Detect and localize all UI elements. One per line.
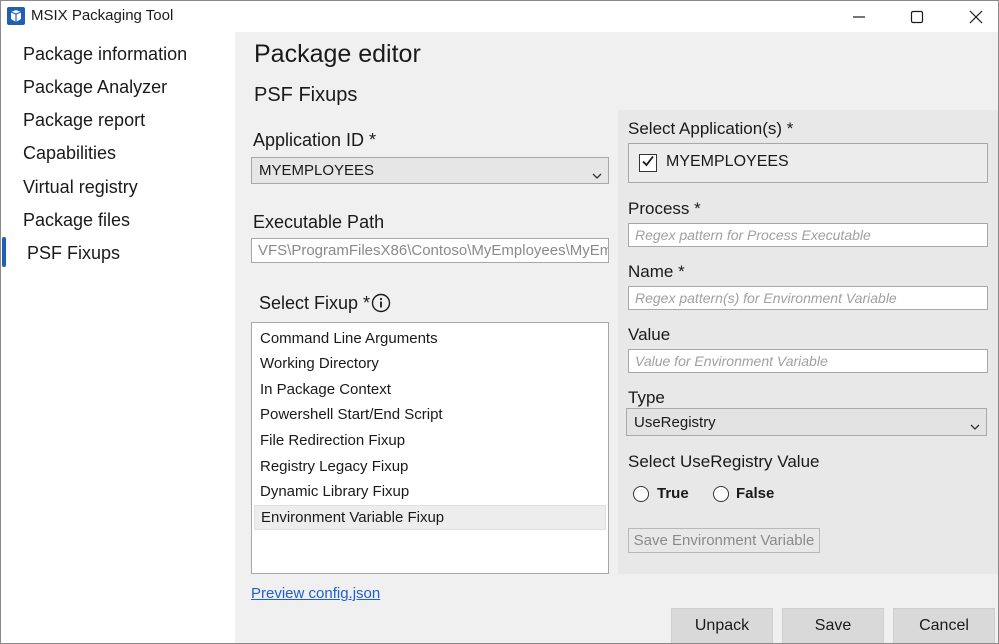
list-item-file-redirection[interactable]: File Redirection Fixup [254,428,606,453]
info-icon[interactable] [371,293,391,313]
process-label: Process * [628,199,701,218]
type-label: Type [628,388,665,407]
list-item-in-package-context[interactable]: In Package Context [254,377,606,402]
use-registry-label: Select UseRegistry Value [628,452,820,471]
application-select-box: MYEMPLOYEES [628,143,988,183]
process-input[interactable]: Regex pattern for Process Executable [628,223,988,247]
cancel-button[interactable]: Cancel [893,608,995,643]
sidebar-item-package-information[interactable]: Package information [1,38,235,71]
application-id-value: MYEMPLOYEES [259,162,375,179]
list-item-powershell-script[interactable]: Powershell Start/End Script [254,402,606,427]
select-applications-label: Select Application(s) * [628,119,794,138]
save-button[interactable]: Save [782,608,884,643]
name-label: Name * [628,262,685,281]
sidebar-item-package-files[interactable]: Package files [1,204,235,237]
name-placeholder: Regex pattern(s) for Environment Variabl… [635,290,897,306]
list-item-dynamic-library[interactable]: Dynamic Library Fixup [254,479,606,504]
sidebar-item-psf-fixups[interactable]: PSF Fixups [1,237,235,270]
type-value: UseRegistry [634,413,716,431]
save-environment-variable-button[interactable]: Save Environment Variable [628,528,820,553]
value-label: Value [628,325,671,344]
sidebar-nav: Package information Package Analyzer Pac… [1,32,235,643]
radio-true[interactable] [633,486,649,502]
section-title: PSF Fixups [254,84,358,106]
sidebar-item-package-report[interactable]: Package report [1,104,235,137]
value-input[interactable]: Value for Environment Variable [628,349,988,373]
maximize-button[interactable] [887,1,947,32]
name-input[interactable]: Regex pattern(s) for Environment Variabl… [628,286,988,310]
maximize-icon [910,10,924,24]
fixup-settings-panel: Select Application(s) * MYEMPLOYEES Proc… [618,110,998,574]
minimize-icon [852,10,866,24]
executable-path-field[interactable]: VFS\ProgramFilesX86\Contoso\MyEmployees\… [251,238,609,263]
executable-path-label: Executable Path [253,212,385,232]
myemployees-checkbox[interactable] [639,154,657,172]
fixup-listbox[interactable]: Command Line Arguments Working Directory… [251,322,609,574]
list-item-environment-variable[interactable]: Environment Variable Fixup [254,505,606,530]
list-item-registry-legacy[interactable]: Registry Legacy Fixup [254,454,606,479]
value-placeholder: Value for Environment Variable [635,353,828,369]
main-content: Package editor PSF Fixups Application ID… [235,32,998,643]
app-window: MSIX Packaging Tool Package information … [0,0,999,644]
application-id-dropdown[interactable]: MYEMPLOYEES [251,157,609,184]
radio-false-label: False [736,485,775,502]
executable-path-value: VFS\ProgramFilesX86\Contoso\MyEmployees\… [258,242,608,259]
close-button[interactable] [946,1,998,32]
preview-config-link[interactable]: Preview config.json [251,585,380,602]
close-icon [969,10,983,24]
sidebar-item-virtual-registry[interactable]: Virtual registry [1,171,235,204]
myemployees-checkbox-label: MYEMPLOYEES [666,153,789,170]
sidebar-item-capabilities[interactable]: Capabilities [1,137,235,170]
list-item-working-directory[interactable]: Working Directory [254,351,606,376]
application-id-label: Application ID * [253,130,377,150]
unpack-button[interactable]: Unpack [671,608,773,643]
minimize-button[interactable] [829,1,889,32]
title-bar[interactable]: MSIX Packaging Tool [1,1,998,32]
radio-false[interactable] [713,486,729,502]
radio-true-label: True [657,485,689,502]
process-placeholder: Regex pattern for Process Executable [635,227,871,243]
list-item-command-line-arguments[interactable]: Command Line Arguments [254,326,606,351]
page-title: Package editor [254,40,421,68]
type-dropdown[interactable]: UseRegistry [626,408,987,436]
msix-package-icon [7,7,25,25]
sidebar-item-package-analyzer[interactable]: Package Analyzer [1,71,235,104]
window-title: MSIX Packaging Tool [31,7,174,24]
chevron-down-icon [970,418,980,435]
select-fixup-label: Select Fixup * [259,293,371,313]
chevron-down-icon [592,167,602,184]
checkmark-icon [641,154,655,173]
